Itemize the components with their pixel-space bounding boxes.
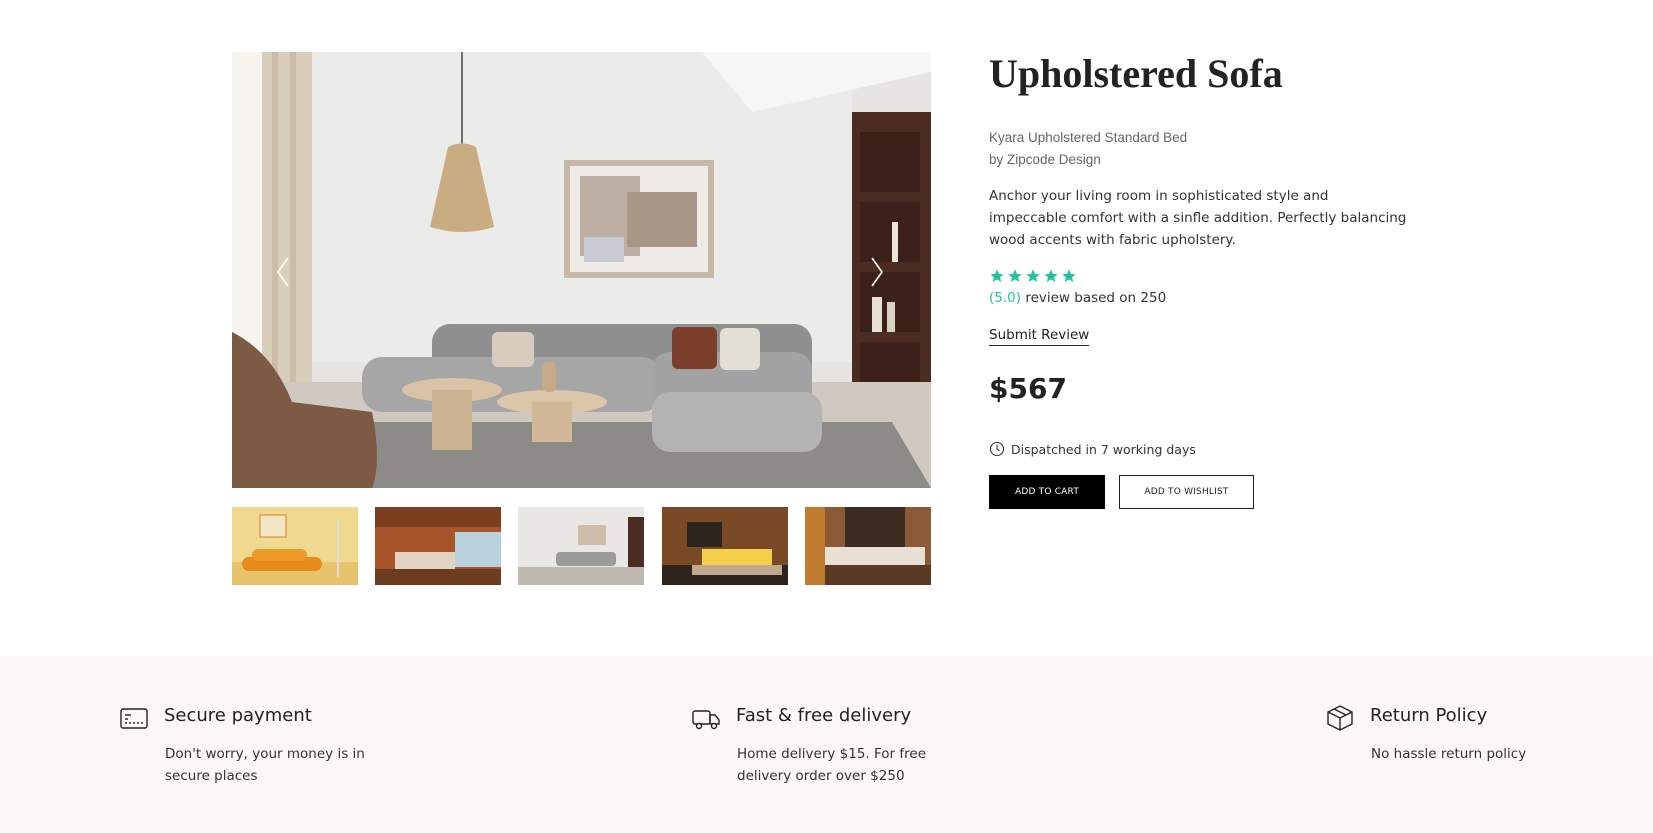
- thumbnail-4[interactable]: [662, 507, 788, 585]
- star-icon: [1008, 269, 1022, 282]
- thumbnail-1[interactable]: [232, 507, 358, 585]
- dispatch-text: Dispatched in 7 working days: [1011, 441, 1196, 457]
- product-title: Upholstered Sofa: [989, 51, 1283, 96]
- add-to-cart-button[interactable]: ADD TO CART: [989, 475, 1105, 509]
- product-price: $567: [989, 372, 1067, 405]
- add-to-wishlist-button[interactable]: ADD TO WISHLIST: [1119, 475, 1254, 509]
- chevron-left-icon: [277, 257, 289, 287]
- truck-icon: [691, 703, 721, 733]
- star-icon: [1026, 269, 1040, 282]
- chevron-right-icon: [871, 257, 883, 287]
- dispatch-info: Dispatched in 7 working days: [989, 441, 1196, 457]
- product-brand: by Zipcode Design: [989, 152, 1101, 167]
- feature-title: Secure payment: [164, 705, 312, 726]
- feature-title: Fast & free delivery: [736, 705, 912, 726]
- feature-text: Don't worry, your money is in secure pla…: [165, 746, 365, 784]
- features-section: Secure payment Don't worry, your money i…: [0, 656, 1653, 833]
- thumbnail-2[interactable]: [375, 507, 501, 585]
- gallery-prev-arrow[interactable]: [270, 252, 300, 292]
- thumbnail-5[interactable]: [805, 507, 931, 585]
- product-subtitle: Kyara Upholstered Standard Bed by Zipcod…: [989, 127, 1187, 171]
- product-description: Anchor your living room in sophisticated…: [989, 188, 1407, 248]
- product-subtitle-line: Kyara Upholstered Standard Bed: [989, 130, 1188, 145]
- gallery-next-arrow[interactable]: [862, 252, 892, 292]
- credit-card-icon: [119, 703, 149, 733]
- rating-stars: [989, 268, 1077, 284]
- submit-review-link[interactable]: Submit Review: [989, 327, 1090, 346]
- main-product-image: [232, 52, 931, 488]
- star-icon: [1062, 269, 1076, 282]
- rating-summary: (5.0) review based on 250: [989, 290, 1166, 306]
- thumbnail-3[interactable]: [518, 507, 644, 585]
- feature-text: No hassle return policy: [1371, 746, 1527, 762]
- star-icon: [1044, 269, 1058, 282]
- clock-icon: [989, 441, 1005, 457]
- rating-score: (5.0): [989, 290, 1022, 306]
- feature-text: Home delivery $15. For free delivery ord…: [737, 746, 927, 784]
- star-icon: [990, 269, 1004, 282]
- feature-title: Return Policy: [1370, 705, 1488, 726]
- box-icon: [1325, 703, 1355, 733]
- rating-text: review based on 250: [1025, 290, 1167, 306]
